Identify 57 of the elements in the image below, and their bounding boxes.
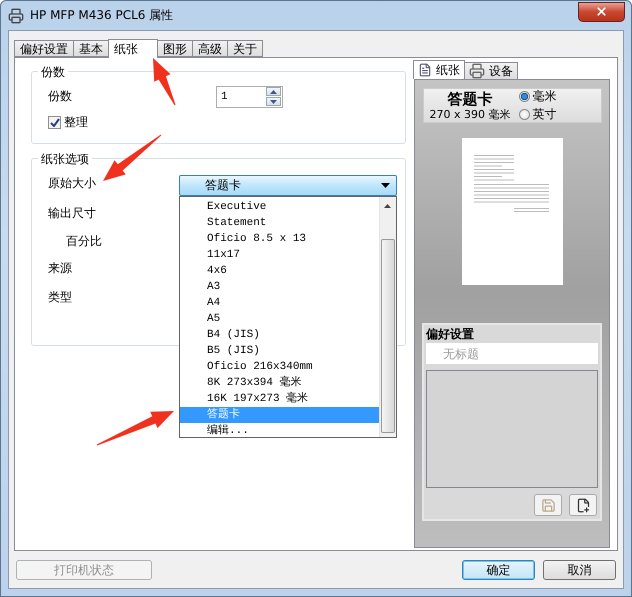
field-label: 原始大小 (48, 175, 96, 192)
tab[interactable]: 关于 (227, 40, 263, 57)
dropdown-option[interactable]: 16K 197x273 毫米 (180, 391, 379, 407)
cancel-button[interactable]: 取消 (543, 560, 616, 580)
new-preset-button[interactable] (569, 494, 597, 516)
down-arrow-icon (270, 100, 277, 104)
field-label: 百分比 (66, 232, 102, 250)
checkbox[interactable] (48, 116, 61, 128)
printer-icon (8, 8, 24, 24)
up-arrow-icon (270, 90, 277, 94)
window-title: HP MFP M436 PCL6 属性 (30, 7, 174, 24)
preset-name-field[interactable]: 无标题 (426, 343, 598, 364)
unit-radio[interactable]: 毫米 (518, 88, 556, 105)
field-label: 类型 (48, 289, 72, 306)
dropdown-option[interactable]: B4 (JIS) (180, 327, 379, 343)
tab[interactable]: 偏好设置 (14, 40, 74, 57)
tab[interactable]: 纸张 (108, 39, 158, 58)
tab[interactable]: 纸张 (413, 60, 465, 79)
tab[interactable]: 高级 (192, 40, 228, 57)
field-label: 份数 (48, 88, 72, 105)
unit-radio[interactable]: 英寸 (518, 106, 556, 123)
tab[interactable]: 基本 (73, 40, 109, 57)
scrollbar[interactable] (379, 197, 396, 437)
dropdown-option[interactable]: Oficio 8.5 x 13 (180, 231, 379, 247)
checkbox-label: 整理 (64, 114, 88, 130)
close-button[interactable] (578, 2, 625, 22)
paper-size-dropdown[interactable]: 答题卡 (179, 175, 397, 196)
printer-icon (469, 63, 485, 79)
paper-dimensions: 270 x 390 毫米 (430, 108, 510, 120)
dropdown-option[interactable]: A5 (180, 311, 379, 327)
dropdown-option[interactable]: 11x17 (180, 247, 379, 263)
caret-icon (381, 183, 390, 188)
dropdown-option[interactable]: Oficio 216x340mm (180, 359, 379, 375)
dropdown-option[interactable]: 4x6 (180, 263, 379, 279)
group-title: 纸张选项 (38, 151, 92, 168)
dropdown-option[interactable]: B5 (JIS) (180, 343, 379, 359)
paper-name: 答题卡 (448, 90, 492, 108)
tab[interactable]: 设备 (464, 62, 518, 79)
dropdown-option[interactable]: A3 (180, 279, 379, 295)
scroll-up-icon (384, 204, 391, 208)
field-label: 来源 (48, 260, 72, 277)
arrow (103, 134, 162, 181)
close-icon (595, 5, 608, 18)
new-file-icon (576, 498, 590, 512)
arrow (153, 58, 176, 106)
field-label: 输出尺寸 (48, 204, 96, 222)
ok-button[interactable]: 确定 (462, 560, 535, 580)
tab[interactable]: 图形 (157, 40, 193, 57)
document-icon (418, 63, 432, 77)
dropdown-option[interactable]: Statement (180, 215, 379, 231)
dropdown-option[interactable]: 8K 273x394 毫米 (180, 375, 379, 391)
panel-title: 偏好设置 (426, 326, 475, 343)
dropdown-option[interactable]: A4 (180, 295, 379, 311)
copies-spinner[interactable]: 1 (216, 86, 283, 108)
dropdown-option[interactable]: Executive (180, 199, 379, 215)
group-title: 份数 (38, 64, 68, 81)
dropdown-option[interactable]: 编辑... (180, 423, 379, 439)
